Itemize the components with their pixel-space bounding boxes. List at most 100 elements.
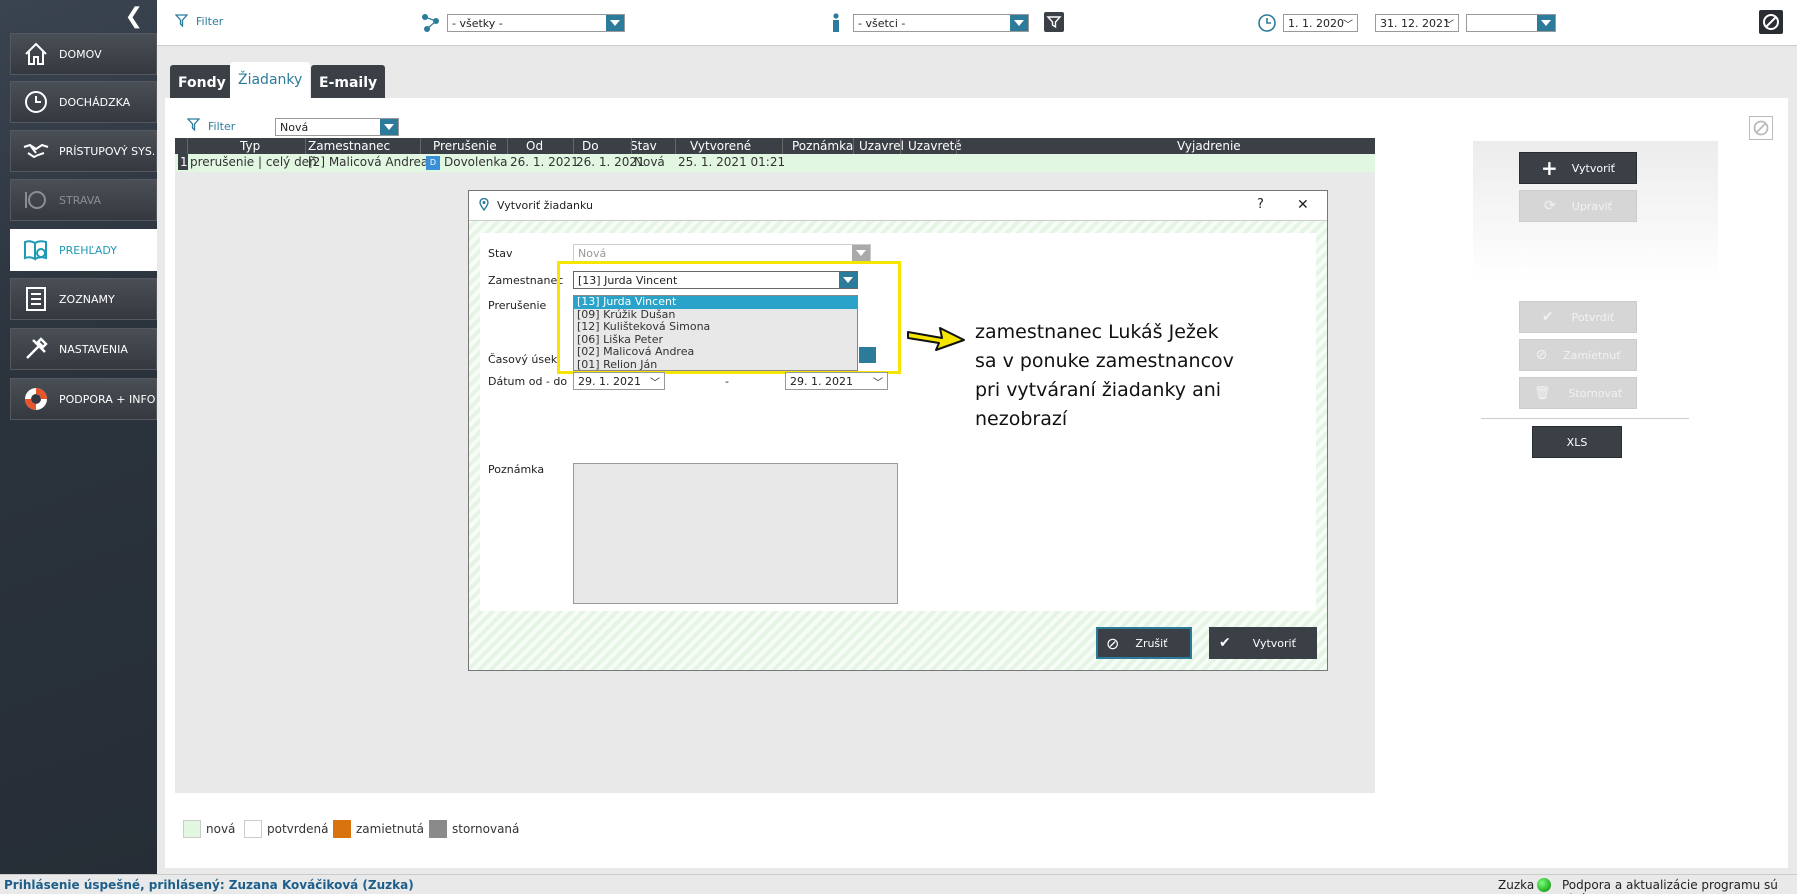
time-range-dropdown[interactable] [859, 347, 876, 363]
panel-clear-filter-button[interactable] [1749, 116, 1773, 140]
block-icon: ⊘ [1106, 633, 1120, 653]
note-textarea[interactable] [573, 463, 898, 604]
help-button[interactable]: ? [1257, 197, 1264, 212]
cell-vytvorene: 25. 1. 2021 01:21 [678, 155, 786, 169]
list-item[interactable]: [12] Kulišteková Simona [574, 321, 857, 334]
edit-button-label: Upraviť [1571, 199, 1612, 213]
column-divider [305, 138, 306, 154]
annotation-text: zamestnanec Lukáš Ježek sa v ponuke zame… [975, 321, 1234, 430]
employee-select[interactable]: [13] Jurda Vincent [573, 271, 858, 289]
legend-rejected: zamietnutá [333, 820, 424, 838]
date-to-value: 29. 1. 2021 [790, 375, 853, 388]
group-select[interactable]: - všetky - [447, 14, 625, 32]
dialog-create-button[interactable]: ✔ Vytvoriť [1209, 627, 1317, 659]
block-icon [1753, 120, 1769, 136]
tools-icon [19, 332, 53, 366]
sidebar-item-strava[interactable]: STRAVA [10, 179, 157, 221]
column-vytvorene[interactable]: Vytvorené [690, 139, 751, 153]
sidebar-item-pristupovy-sys[interactable]: PRÍSTUPOVÝ SYS. [10, 130, 157, 172]
collapse-sidebar-icon[interactable]: ❮ [125, 4, 143, 29]
column-zamestnanec[interactable]: Zamestnanec [308, 139, 390, 153]
dialog-title: Vytvoriť žiadanku [497, 199, 593, 212]
dialog-cancel-button[interactable]: ⊘ Zrušiť [1096, 627, 1192, 659]
absence-type-badge: D [426, 156, 440, 170]
edit-button[interactable]: ⟳ Upraviť [1519, 190, 1637, 222]
casovy-usek-label: Časový úsek [488, 353, 558, 366]
extra-select[interactable] [1466, 14, 1556, 32]
chevron-down-icon[interactable] [839, 272, 857, 288]
close-button[interactable]: ✕ [1297, 197, 1309, 213]
legend-swatch [244, 820, 262, 838]
stav-select[interactable]: Nová [573, 244, 871, 262]
date-to-input[interactable]: 31. 12. 2021 ﹀ [1375, 14, 1459, 32]
column-od[interactable]: Od [526, 139, 543, 153]
cancel-request-button[interactable]: 🗑 Stornovať [1519, 377, 1637, 409]
column-poznamka[interactable]: Poznámka [792, 139, 853, 153]
xls-export-button[interactable]: XLS [1532, 426, 1622, 458]
sidebar-item-label: PODPORA + INFO [59, 392, 156, 406]
date-from-value: 29. 1. 2021 [578, 375, 641, 388]
clear-filter-button[interactable] [1759, 10, 1783, 34]
status-bar: Prihlásenie úspešné, prihlásený: Zuzana … [0, 874, 1797, 894]
column-uzavrete[interactable]: Uzavreté [908, 139, 962, 153]
divider [1481, 418, 1689, 419]
sidebar-item-domov[interactable]: DOMOV [10, 33, 157, 75]
datum-label: Dátum od - do [488, 375, 568, 388]
create-button[interactable]: + Vytvoriť [1519, 152, 1637, 184]
table-row[interactable]: 1 prerušenie | celý deň [2] Malicová And… [175, 154, 1375, 172]
confirm-button-label: Potvrdiť [1571, 310, 1615, 324]
filter-label: Filter [196, 15, 224, 28]
sidebar-item-prehlady[interactable]: PREHĽADY [10, 229, 157, 271]
person-select[interactable]: - všetci - [853, 14, 1029, 32]
column-vyjadrenie[interactable]: Vyjadrenie [1177, 139, 1241, 153]
chevron-down-icon[interactable]: ﹀ [1444, 16, 1454, 31]
chevron-down-icon[interactable] [1537, 15, 1555, 31]
apply-filter-button[interactable] [1044, 12, 1064, 32]
column-divider [675, 138, 676, 154]
legend-label: potvrdená [267, 822, 329, 836]
column-prerusenie[interactable]: Prerušenie [433, 139, 497, 153]
chevron-down-icon[interactable]: ﹀ [650, 374, 660, 389]
legend-swatch [183, 820, 201, 838]
list-item[interactable]: [01] Relion Ján [574, 358, 857, 372]
date-to-value: 31. 12. 2021 [1380, 17, 1450, 30]
reject-button[interactable]: ⊘ Zamietnuť [1519, 339, 1637, 371]
column-do[interactable]: Do [582, 139, 599, 153]
plus-icon: + [1541, 156, 1558, 180]
date-from-value: 1. 1. 2020 [1288, 17, 1344, 30]
sidebar-item-zoznamy[interactable]: ZOZNAMY [10, 278, 157, 320]
sidebar-item-nastavenia[interactable]: NASTAVENIA [10, 328, 157, 370]
date-from-input[interactable]: 29. 1. 2021 ﹀ [573, 372, 665, 390]
tab-fondy[interactable]: Fondy [170, 65, 234, 98]
dialog-titlebar: Vytvoriť žiadanku ? ✕ [469, 191, 1327, 221]
sidebar-item-label: DOCHÁDZKA [59, 95, 131, 109]
employee-select-value: [13] Jurda Vincent [578, 274, 678, 287]
list-item[interactable]: [13] Jurda Vincent [574, 296, 857, 309]
sidebar-item-podpora[interactable]: PODPORA + INFO [10, 378, 157, 420]
column-divider [631, 138, 632, 154]
employee-dropdown-list: [13] Jurda Vincent [09] Krúžik Dušan [12… [573, 295, 858, 371]
sidebar-item-label: ZOZNAMY [59, 292, 115, 306]
column-stav[interactable]: Stav [630, 139, 657, 153]
chevron-down-icon[interactable] [380, 119, 398, 135]
confirm-button[interactable]: ✔ Potvrdiť [1519, 301, 1637, 333]
date-from-input[interactable]: 1. 1. 2020 ﹀ [1283, 14, 1358, 32]
date-to-input[interactable]: 29. 1. 2021 ﹀ [785, 372, 888, 390]
list-item[interactable]: [02] Malicová Andrea [574, 346, 857, 359]
sidebar-item-dochadzka[interactable]: DOCHÁDZKA [10, 81, 157, 123]
chevron-down-icon[interactable] [1010, 15, 1028, 31]
chevron-down-icon[interactable] [852, 245, 870, 261]
chevron-down-icon[interactable]: ﹀ [1343, 16, 1353, 31]
chevron-down-icon[interactable] [606, 15, 624, 31]
column-uzavrel[interactable]: Uzavrel [859, 139, 904, 153]
legend-new: nová [183, 820, 235, 838]
tab-ziadanky[interactable]: Žiadanky [230, 62, 311, 98]
state-filter-select[interactable]: Nová [275, 118, 399, 136]
legend-confirmed: potvrdená [244, 820, 328, 838]
poznamka-label: Poznámka [488, 463, 545, 476]
column-typ[interactable]: Typ [240, 139, 260, 153]
zamestnanec-label: Zamestnanec [488, 274, 564, 287]
row-number: 1 [178, 154, 188, 170]
chevron-down-icon[interactable]: ﹀ [873, 374, 883, 389]
tab-e-maily[interactable]: E-maily [311, 65, 386, 98]
